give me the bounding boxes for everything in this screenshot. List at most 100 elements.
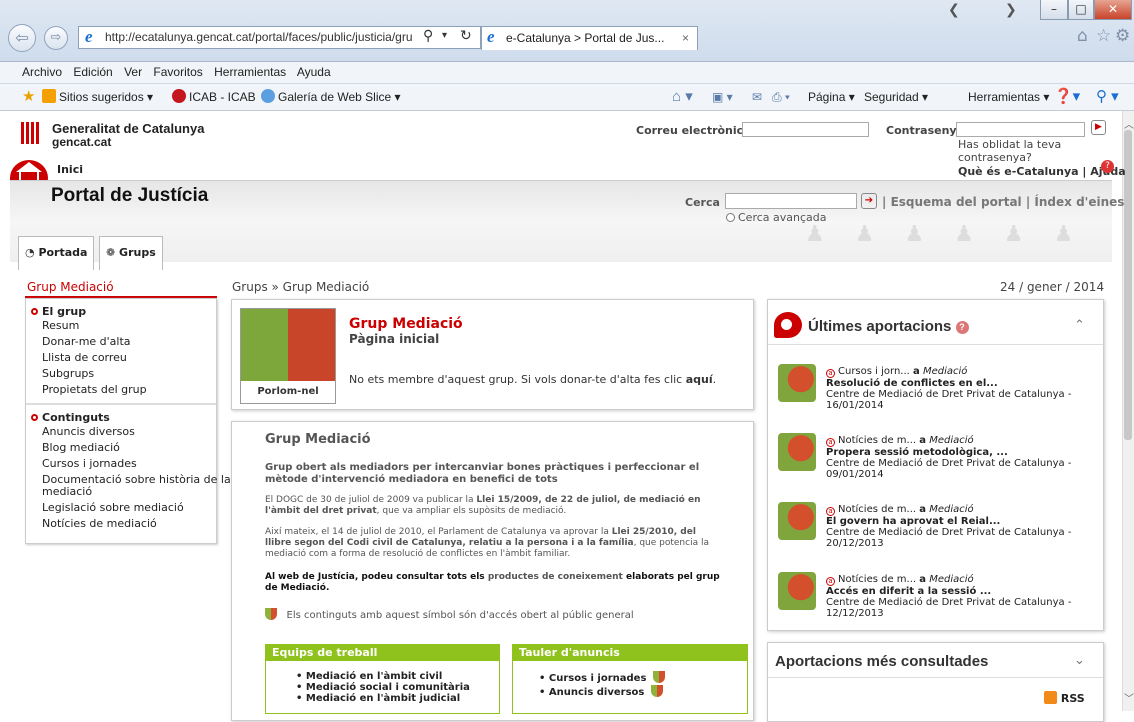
latest-cat-2[interactable]: Notícies de m... bbox=[838, 435, 916, 446]
latest-help-icon[interactable]: ? bbox=[955, 321, 969, 334]
menu-item-llista-correu[interactable]: Llista de correu bbox=[42, 351, 127, 364]
org-domain[interactable]: gencat.cat bbox=[52, 135, 111, 149]
menu-edicion[interactable]: Edición bbox=[73, 65, 112, 79]
settings-gear-icon[interactable]: ⚙ bbox=[1115, 26, 1130, 46]
collapse-icon[interactable]: ⌃ bbox=[1074, 318, 1085, 333]
password-label: Contrasenya bbox=[886, 124, 964, 137]
portal-search-input[interactable] bbox=[725, 193, 857, 209]
menu-item-legislacio[interactable]: Legislació sobre mediació bbox=[42, 501, 184, 514]
mail-icon[interactable]: ✉ bbox=[752, 84, 762, 110]
scroll-down-icon[interactable]: ﹀ bbox=[1124, 690, 1134, 705]
favorites-star-add-icon[interactable]: ★ bbox=[22, 84, 35, 110]
menu-heading-group[interactable]: El grup bbox=[42, 305, 86, 318]
minimize-button[interactable]: – bbox=[1040, 0, 1068, 20]
latest-thumb-4[interactable] bbox=[778, 572, 816, 610]
latest-group-2[interactable]: Mediació bbox=[929, 435, 973, 446]
search-icon[interactable]: ⚲ bbox=[423, 28, 433, 44]
scroll-left-arrow-icon[interactable]: ❮ bbox=[948, 2, 960, 18]
section-title[interactable]: Grup Mediació bbox=[27, 280, 114, 294]
email-field[interactable] bbox=[742, 122, 869, 137]
latest-cat-4[interactable]: Notícies de m... bbox=[838, 574, 916, 585]
scroll-up-icon[interactable]: ︿ bbox=[1124, 116, 1134, 131]
portal-schema-link[interactable]: Esquema del portal bbox=[891, 195, 1022, 209]
menu-archivo[interactable]: Archivo bbox=[22, 65, 62, 79]
latest-group-4[interactable]: Mediació bbox=[929, 574, 973, 585]
menu-item-documentacio-cont[interactable]: mediació bbox=[42, 485, 92, 498]
pagina-menu[interactable]: Página ▾ bbox=[808, 84, 855, 110]
expand-icon[interactable]: ⌄ bbox=[1074, 653, 1085, 668]
icab-link[interactable]: ICAB - ICAB bbox=[172, 84, 256, 110]
latest-title-3[interactable]: El govern ha aprovat el Reial... bbox=[826, 516, 1071, 527]
team-civil-link[interactable]: • Mediació en l'àmbit civil bbox=[296, 671, 470, 682]
org-name[interactable]: Generalitat de Catalunya bbox=[52, 121, 204, 136]
menu-item-propietats[interactable]: Propietats del grup bbox=[42, 383, 147, 396]
latest-title: Últimes aportacions ? bbox=[808, 318, 969, 335]
board-anuncis-link[interactable]: • Anuncis diversos bbox=[539, 685, 665, 699]
products-link[interactable]: productes de coneixement bbox=[488, 572, 623, 582]
team-judicial-link[interactable]: • Mediació en l'àmbit judicial bbox=[296, 693, 470, 704]
menu-favoritos[interactable]: Favoritos bbox=[153, 65, 202, 79]
forward-button[interactable]: ⇨ bbox=[44, 26, 68, 50]
menu-ver[interactable]: Ver bbox=[124, 65, 142, 79]
latest-cat-1[interactable]: Cursos i jorn... bbox=[838, 366, 910, 377]
latest-thumb-3[interactable] bbox=[778, 502, 816, 540]
menu-item-noticies[interactable]: Notícies de mediació bbox=[42, 517, 157, 530]
web-slice-gallery-link[interactable]: Galería de Web Slice ▾ bbox=[261, 84, 401, 110]
team-social-link[interactable]: • Mediació social i comunitària bbox=[296, 682, 470, 693]
help-question-icon[interactable]: ? bbox=[1101, 160, 1114, 173]
latest-group-1[interactable]: Mediació bbox=[923, 366, 967, 377]
menu-item-blog[interactable]: Blog mediació bbox=[42, 441, 120, 454]
herramientas-menu[interactable]: Herramientas ▾ bbox=[968, 84, 1049, 110]
menu-item-anuncis[interactable]: Anuncis diversos bbox=[42, 425, 135, 438]
home-icon[interactable]: ⌂ bbox=[1077, 26, 1088, 46]
menu-item-cursos[interactable]: Cursos i jornades bbox=[42, 457, 137, 470]
sitios-sugeridos-link[interactable]: Sitios sugeridos ▾ bbox=[42, 84, 153, 110]
login-arrow-icon[interactable]: ▶ bbox=[1091, 120, 1106, 135]
portal-title[interactable]: Portal de Justícia bbox=[51, 185, 208, 207]
home-toolbar-icon[interactable]: ⌂ ▾ bbox=[672, 84, 693, 110]
tab-portada[interactable]: ◔ Portada bbox=[18, 236, 95, 270]
address-bar[interactable]: e http://ecatalunya.gencat.cat/portal/fa… bbox=[78, 26, 481, 49]
latest-thumb-1[interactable] bbox=[778, 364, 816, 402]
latest-title-4[interactable]: Accés en diferit a la sessió ... bbox=[826, 586, 1071, 597]
menu-herramientas[interactable]: Herramientas bbox=[214, 65, 286, 79]
signup-link[interactable]: aquí bbox=[686, 373, 713, 386]
description-lead: Grup obert als mediadors per intercanvia… bbox=[265, 462, 700, 485]
home-link[interactable]: Inici bbox=[57, 163, 83, 176]
menu-item-donar-alta[interactable]: Donar-me d'alta bbox=[42, 335, 131, 348]
tab-grups[interactable]: ❁ Grups bbox=[99, 236, 163, 270]
group-title[interactable]: Grup Mediació bbox=[349, 316, 463, 332]
research-icon[interactable]: ⚲ ▾ bbox=[1096, 84, 1119, 110]
maximize-button[interactable]: □ bbox=[1068, 0, 1094, 20]
favorites-star-icon[interactable]: ☆ bbox=[1096, 26, 1111, 46]
menu-heading-content[interactable]: Continguts bbox=[42, 411, 110, 424]
latest-title-2[interactable]: Propera sessió metodològica, ... bbox=[826, 447, 1071, 458]
menu-item-subgrups[interactable]: Subgrups bbox=[42, 367, 94, 380]
latest-title-1[interactable]: Resolució de conflictes en el... bbox=[826, 378, 1071, 389]
seguridad-menu[interactable]: Seguridad ▾ bbox=[864, 84, 928, 110]
tools-index-link[interactable]: Índex d'eines bbox=[1034, 195, 1124, 209]
dropdown-arrow-icon[interactable]: ▾ bbox=[442, 30, 447, 41]
tab-close-icon[interactable]: × bbox=[682, 27, 689, 49]
group-image[interactable]: Porlom-nel bbox=[240, 308, 336, 404]
generalitat-logo-icon[interactable] bbox=[21, 122, 41, 144]
feeds-icon[interactable]: ▣ ▾ bbox=[712, 84, 733, 110]
rss-link[interactable]: RSS bbox=[1044, 691, 1085, 705]
print-icon[interactable]: ⎙ ▾ bbox=[772, 84, 790, 110]
search-go-icon[interactable]: ➔ bbox=[861, 193, 877, 209]
password-field[interactable] bbox=[956, 122, 1085, 137]
grups-icon: ❁ bbox=[106, 246, 120, 259]
board-cursos-link[interactable]: • Cursos i jornades bbox=[539, 671, 666, 685]
close-window-button[interactable]: ✕ bbox=[1094, 0, 1132, 20]
refresh-icon[interactable]: ↻ bbox=[460, 28, 472, 44]
breadcrumb[interactable]: Grups » Grup Mediació bbox=[232, 280, 369, 294]
back-button[interactable]: ⇦ bbox=[8, 24, 36, 52]
latest-thumb-2[interactable] bbox=[778, 433, 816, 471]
menu-item-resum[interactable]: Resum bbox=[42, 319, 79, 332]
latest-group-3[interactable]: Mediació bbox=[929, 504, 973, 515]
menu-ayuda[interactable]: Ayuda bbox=[297, 65, 331, 79]
scroll-right-arrow-icon[interactable]: ❯ bbox=[1005, 2, 1017, 18]
help-icon[interactable]: ❓▾ bbox=[1054, 84, 1080, 110]
browser-tab[interactable]: e e-Catalunya > Portal de Jus... × bbox=[481, 26, 698, 50]
latest-cat-3[interactable]: Notícies de m... bbox=[838, 504, 916, 515]
